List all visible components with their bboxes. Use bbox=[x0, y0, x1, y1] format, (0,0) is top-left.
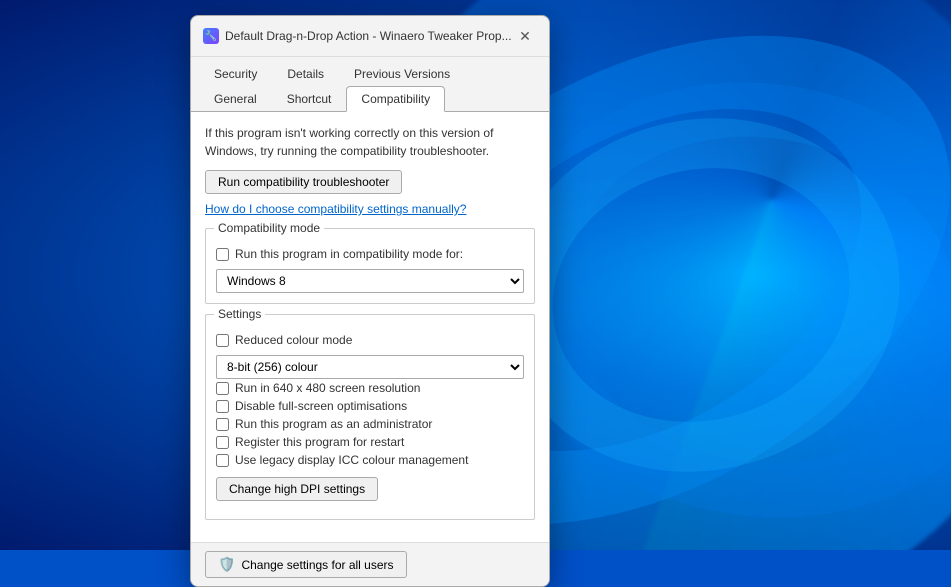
title-bar: 🔧 Default Drag-n-Drop Action - Winaero T… bbox=[191, 16, 549, 57]
compat-mode-checkbox[interactable] bbox=[216, 248, 229, 261]
legacy-icc-label[interactable]: Use legacy display ICC colour management bbox=[235, 453, 468, 467]
run-as-admin-label[interactable]: Run this program as an administrator bbox=[235, 417, 432, 431]
change-dpi-button[interactable]: Change high DPI settings bbox=[216, 477, 378, 501]
resolution-row: Run in 640 x 480 screen resolution bbox=[216, 381, 524, 395]
resolution-checkbox[interactable] bbox=[216, 382, 229, 395]
resolution-label[interactable]: Run in 640 x 480 screen resolution bbox=[235, 381, 420, 395]
dialog-title: Default Drag-n-Drop Action - Winaero Twe… bbox=[225, 29, 512, 43]
tabs-container: Security Details Previous Versions Gener… bbox=[191, 57, 549, 111]
tab-general[interactable]: General bbox=[199, 86, 272, 111]
run-as-admin-checkbox[interactable] bbox=[216, 418, 229, 431]
legacy-icc-checkbox[interactable] bbox=[216, 454, 229, 467]
change-settings-all-users-button[interactable]: 🛡️ Change settings for all users bbox=[205, 551, 407, 578]
disable-fullscreen-checkbox[interactable] bbox=[216, 400, 229, 413]
tab-compatibility[interactable]: Compatibility bbox=[346, 86, 445, 112]
reduced-colour-row: Reduced colour mode bbox=[216, 333, 524, 347]
shield-icon: 🛡️ bbox=[218, 556, 235, 573]
compat-mode-checkbox-row: Run this program in compatibility mode f… bbox=[216, 247, 524, 261]
windows-version-dropdown[interactable]: Windows 8 Windows 7 Windows Vista (SP2) … bbox=[216, 269, 524, 293]
reduced-colour-checkbox[interactable] bbox=[216, 334, 229, 347]
settings-section: Settings Reduced colour mode 8-bit (256)… bbox=[205, 314, 535, 520]
tabs-row-2: General Shortcut Compatibility bbox=[199, 86, 541, 111]
settings-title: Settings bbox=[214, 307, 265, 321]
legacy-icc-row: Use legacy display ICC colour management bbox=[216, 453, 524, 467]
reduced-colour-label[interactable]: Reduced colour mode bbox=[235, 333, 352, 347]
register-restart-row: Register this program for restart bbox=[216, 435, 524, 449]
help-link[interactable]: How do I choose compatibility settings m… bbox=[205, 202, 535, 216]
colour-depth-dropdown[interactable]: 8-bit (256) colour 16-bit colour bbox=[216, 355, 524, 379]
register-restart-label[interactable]: Register this program for restart bbox=[235, 435, 404, 449]
title-bar-left: 🔧 Default Drag-n-Drop Action - Winaero T… bbox=[203, 28, 512, 44]
tabs-row-1: Security Details Previous Versions bbox=[199, 61, 541, 86]
bottom-bar: 🛡️ Change settings for all users bbox=[191, 542, 549, 586]
intro-text: If this program isn't working correctly … bbox=[205, 124, 535, 160]
register-restart-checkbox[interactable] bbox=[216, 436, 229, 449]
properties-dialog: 🔧 Default Drag-n-Drop Action - Winaero T… bbox=[190, 15, 550, 587]
tab-details[interactable]: Details bbox=[272, 61, 339, 86]
tab-previous-versions[interactable]: Previous Versions bbox=[339, 61, 465, 86]
compat-mode-label[interactable]: Run this program in compatibility mode f… bbox=[235, 247, 463, 261]
run-troubleshooter-button[interactable]: Run compatibility troubleshooter bbox=[205, 170, 402, 194]
disable-fullscreen-label[interactable]: Disable full-screen optimisations bbox=[235, 399, 407, 413]
compatibility-mode-title: Compatibility mode bbox=[214, 221, 324, 235]
disable-fullscreen-row: Disable full-screen optimisations bbox=[216, 399, 524, 413]
tab-shortcut[interactable]: Shortcut bbox=[272, 86, 347, 111]
compatibility-mode-section: Compatibility mode Run this program in c… bbox=[205, 228, 535, 304]
close-button[interactable]: ✕ bbox=[513, 24, 537, 48]
run-as-admin-row: Run this program as an administrator bbox=[216, 417, 524, 431]
change-settings-label: Change settings for all users bbox=[241, 558, 393, 572]
tab-content: If this program isn't working correctly … bbox=[191, 111, 549, 542]
tab-security[interactable]: Security bbox=[199, 61, 272, 86]
app-icon: 🔧 bbox=[203, 28, 219, 44]
